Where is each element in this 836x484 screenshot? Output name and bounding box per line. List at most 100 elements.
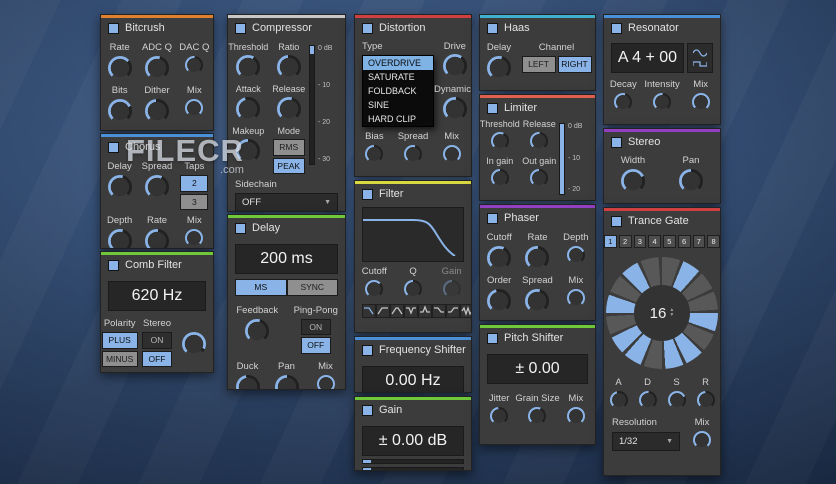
compressor-attack-knob[interactable] bbox=[236, 97, 260, 121]
phaser-header[interactable]: Phaser bbox=[480, 208, 595, 227]
pattern-8-button[interactable]: 8 bbox=[707, 235, 720, 248]
resonator-note-display[interactable]: A 4 + 00 bbox=[611, 43, 684, 73]
trance-attack-knob[interactable] bbox=[610, 391, 628, 409]
gain-header[interactable]: Gain bbox=[355, 400, 471, 419]
phaser-enable-toggle[interactable] bbox=[487, 213, 498, 224]
menu-item-hardclip[interactable]: HARD CLIP bbox=[363, 112, 433, 126]
trance-decay-knob[interactable] bbox=[639, 391, 657, 409]
pitch-grainsize-knob[interactable] bbox=[528, 407, 546, 425]
compressor-threshold-knob[interactable] bbox=[236, 55, 260, 79]
pattern-4-button[interactable]: 4 bbox=[648, 235, 661, 248]
chorus-delay-knob[interactable] bbox=[108, 175, 132, 199]
pattern-6-button[interactable]: 6 bbox=[678, 235, 691, 248]
bitcrush-enable-toggle[interactable] bbox=[108, 23, 119, 34]
compressor-ratio-knob[interactable] bbox=[277, 55, 301, 79]
compressor-mode-peak-button[interactable]: PEAK bbox=[273, 158, 305, 175]
step-sequencer-ring[interactable]: 16 ▲▼ bbox=[606, 257, 718, 369]
pattern-7-button[interactable]: 7 bbox=[693, 235, 706, 248]
limiter-outgain-knob[interactable] bbox=[530, 169, 548, 187]
comb-filter-enable-toggle[interactable] bbox=[108, 260, 119, 271]
haas-channel-right-button[interactable]: RIGHT bbox=[558, 56, 592, 73]
distortion-drive-knob[interactable] bbox=[443, 54, 467, 78]
delay-duck-knob[interactable] bbox=[236, 375, 260, 391]
phaser-depth-knob[interactable] bbox=[567, 246, 585, 264]
filter-q-knob[interactable] bbox=[404, 280, 422, 298]
filter-response-graph[interactable] bbox=[362, 207, 464, 262]
bandpass-shape-button[interactable] bbox=[390, 304, 404, 318]
limiter-ingain-knob[interactable] bbox=[491, 169, 509, 187]
compressor-header[interactable]: Compressor bbox=[228, 18, 345, 37]
stereo-enable-toggle[interactable] bbox=[611, 137, 622, 148]
bitcrush-mix-knob[interactable] bbox=[185, 99, 203, 117]
chorus-taps-2-button[interactable]: 2 bbox=[180, 175, 208, 192]
comb-frequency-display[interactable]: 620 Hz bbox=[108, 281, 206, 311]
trance-release-knob[interactable] bbox=[697, 391, 715, 409]
distortion-spread-knob[interactable] bbox=[404, 145, 422, 163]
bitcrush-bits-knob[interactable] bbox=[108, 99, 132, 123]
chorus-header[interactable]: Chorus bbox=[101, 137, 213, 156]
comb-polarity-plus-button[interactable]: PLUS bbox=[102, 332, 138, 349]
peak-shape-button[interactable] bbox=[418, 304, 432, 318]
resonator-intensity-knob[interactable] bbox=[653, 93, 671, 111]
delay-ms-button[interactable]: MS bbox=[235, 279, 287, 296]
chorus-spread-knob[interactable] bbox=[145, 175, 169, 199]
delay-enable-toggle[interactable] bbox=[235, 223, 246, 234]
chorus-rate-knob[interactable] bbox=[145, 229, 169, 249]
frequency-shifter-display[interactable]: 0.00 Hz bbox=[362, 366, 464, 393]
limiter-release-knob[interactable] bbox=[530, 132, 548, 150]
phaser-order-knob[interactable] bbox=[487, 289, 511, 313]
distortion-header[interactable]: Distortion bbox=[355, 18, 471, 37]
haas-delay-knob[interactable] bbox=[487, 56, 511, 80]
pitch-shifter-header[interactable]: Pitch Shifter bbox=[480, 328, 595, 347]
menu-item-saturate[interactable]: SATURATE bbox=[363, 70, 433, 84]
resonator-header[interactable]: Resonator bbox=[604, 18, 720, 37]
frequency-shifter-enable-toggle[interactable] bbox=[362, 345, 373, 356]
menu-item-foldback[interactable]: FOLDBACK bbox=[363, 84, 433, 98]
compressor-sidechain-dropdown[interactable]: OFF ▼ bbox=[235, 193, 338, 212]
bitcrush-rate-knob[interactable] bbox=[108, 56, 132, 80]
distortion-enable-toggle[interactable] bbox=[362, 23, 373, 34]
sequence-length-spinner[interactable]: 16 ▲▼ bbox=[634, 285, 690, 341]
bitcrush-header[interactable]: Bitcrush bbox=[101, 18, 213, 37]
pitch-mix-knob[interactable] bbox=[567, 407, 585, 425]
lowpass-shape-button[interactable] bbox=[362, 304, 376, 318]
delay-time-display[interactable]: 200 ms bbox=[235, 244, 338, 274]
filter-enable-toggle[interactable] bbox=[362, 189, 373, 200]
spinner-arrows-icon[interactable]: ▲▼ bbox=[669, 308, 674, 318]
haas-enable-toggle[interactable] bbox=[487, 23, 498, 34]
pattern-2-button[interactable]: 2 bbox=[619, 235, 632, 248]
distortion-dynamics-knob[interactable] bbox=[443, 97, 467, 121]
bitcrush-adcq-knob[interactable] bbox=[145, 56, 169, 80]
delay-sync-button[interactable]: SYNC bbox=[287, 279, 339, 296]
filter-gain-knob[interactable] bbox=[443, 280, 461, 298]
compressor-enable-toggle[interactable] bbox=[235, 23, 246, 34]
highpass-shape-button[interactable] bbox=[376, 304, 390, 318]
distortion-bias-knob[interactable] bbox=[365, 145, 383, 163]
pitch-shifter-display[interactable]: ± 0.00 bbox=[487, 354, 588, 384]
delay-pingpong-on-button[interactable]: ON bbox=[301, 319, 331, 336]
comb-shape-button[interactable] bbox=[460, 304, 472, 318]
resonator-enable-toggle[interactable] bbox=[611, 23, 622, 34]
delay-header[interactable]: Delay bbox=[228, 218, 345, 237]
stereo-header[interactable]: Stereo bbox=[604, 132, 720, 151]
comb-stereo-off-button[interactable]: OFF bbox=[142, 351, 172, 368]
haas-header[interactable]: Haas bbox=[480, 18, 595, 37]
menu-item-sine[interactable]: SINE bbox=[363, 98, 433, 112]
bitcrush-dither-knob[interactable] bbox=[145, 99, 169, 123]
trance-gate-header[interactable]: Trance Gate bbox=[604, 211, 720, 230]
chorus-taps-3-button[interactable]: 3 bbox=[180, 194, 208, 211]
compressor-makeup-knob[interactable] bbox=[236, 139, 260, 163]
bitcrush-dacq-knob[interactable] bbox=[185, 56, 203, 74]
high-shelf-shape-button[interactable] bbox=[446, 304, 460, 318]
compressor-release-knob[interactable] bbox=[277, 97, 301, 121]
limiter-threshold-knob[interactable] bbox=[491, 132, 509, 150]
limiter-enable-toggle[interactable] bbox=[487, 103, 498, 114]
delay-mix-knob[interactable] bbox=[317, 375, 335, 391]
trance-sustain-knob[interactable] bbox=[668, 391, 686, 409]
filter-header[interactable]: Filter bbox=[355, 184, 471, 203]
phaser-mix-knob[interactable] bbox=[567, 289, 585, 307]
phaser-cutoff-knob[interactable] bbox=[487, 246, 511, 270]
comb-stereo-on-button[interactable]: ON bbox=[142, 332, 172, 349]
phaser-spread-knob[interactable] bbox=[525, 289, 549, 313]
delay-feedback-knob[interactable] bbox=[245, 319, 269, 343]
